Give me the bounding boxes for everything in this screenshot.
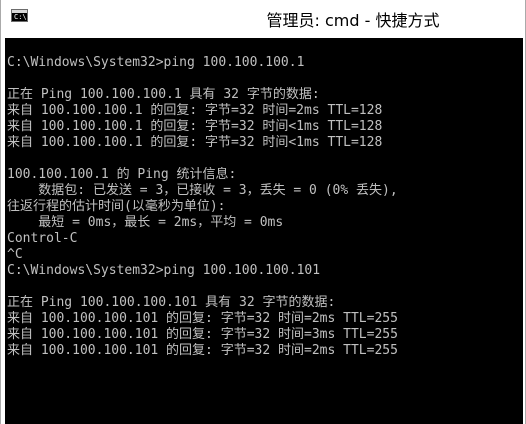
packets-stats-line: 数据包: 已发送 = 3，已接收 = 3，丢失 = 0 (0% 丢失),: [7, 183, 398, 198]
output-line: ^C: [7, 247, 23, 262]
reply-line: 来自 100.100.100.101 的回复: 字节=32 时间=2ms TTL…: [7, 343, 398, 358]
console-output: C:\Windows\System32>ping 100.100.100.1 正…: [7, 55, 523, 359]
output-line: 正在 Ping 100.100.100.101 具有 32 字节的数据:: [7, 295, 336, 310]
rtt-header-line: 往返行程的估计时间(以毫秒为单位):: [7, 199, 226, 214]
window-title: 管理员: cmd - 快捷方式: [266, 11, 440, 30]
output-line: Control-C: [7, 231, 78, 246]
reply-line: 来自 100.100.100.1 的回复: 字节=32 时间=2ms TTL=1…: [7, 103, 383, 118]
console-area[interactable]: C:\Windows\System32>ping 100.100.100.1 正…: [5, 38, 523, 424]
reply-line: 来自 100.100.100.101 的回复: 字节=32 时间=3ms TTL…: [7, 327, 398, 342]
rtt-stats-line: 最短 = 0ms，最长 = 2ms，平均 = 0ms: [7, 215, 284, 230]
reply-line: 来自 100.100.100.1 的回复: 字节=32 时间<1ms TTL=1…: [7, 119, 383, 134]
prompt-line: C:\Windows\System32>ping 100.100.100.101: [7, 263, 321, 278]
prompt-line: C:\Windows\System32>ping 100.100.100.1: [7, 55, 305, 70]
title-bar[interactable]: C:\ 管理员: cmd - 快捷方式: [1, 0, 525, 38]
reply-line: 来自 100.100.100.101 的回复: 字节=32 时间=2ms TTL…: [7, 311, 398, 326]
statistics-header-line: 100.100.100.1 的 Ping 统计信息:: [7, 167, 237, 182]
output-line: 正在 Ping 100.100.100.1 具有 32 字节的数据:: [7, 87, 320, 102]
cmd-window: C:\ 管理员: cmd - 快捷方式 C:\Windows\System32>…: [0, 0, 526, 424]
reply-line: 来自 100.100.100.1 的回复: 字节=32 时间<1ms TTL=1…: [7, 135, 383, 150]
